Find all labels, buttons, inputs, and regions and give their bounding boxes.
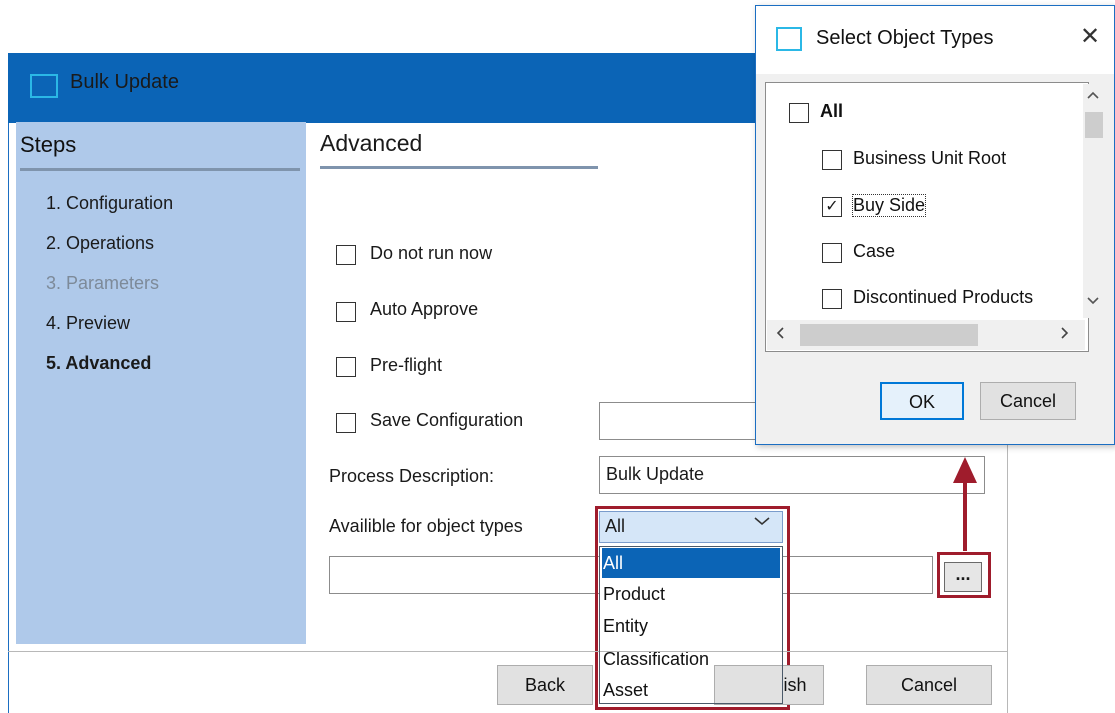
- close-icon[interactable]: ✕: [1080, 22, 1100, 51]
- section-title: Advanced: [320, 130, 423, 156]
- step-operations[interactable]: 2. Operations: [46, 233, 154, 254]
- footer-divider: [8, 651, 1008, 652]
- window-icon: [776, 27, 802, 51]
- steps-heading: Steps: [20, 132, 77, 157]
- window-title: Bulk Update: [70, 71, 179, 93]
- step-configuration[interactable]: 1. Configuration: [46, 193, 173, 214]
- auto-approve-label: Auto Approve: [370, 299, 479, 319]
- save-configuration-checkbox[interactable]: [336, 413, 356, 433]
- auto-approve-checkbox[interactable]: [336, 302, 356, 322]
- dialog-title: Select Object Types: [816, 27, 994, 49]
- ok-button[interactable]: OK: [880, 382, 964, 420]
- list-item-case: Case: [853, 241, 896, 261]
- list-item-buy-side: Buy Side: [851, 194, 927, 217]
- arrow-up-icon: [953, 457, 977, 551]
- scroll-right-icon[interactable]: [1060, 326, 1070, 340]
- object-types-list: [765, 82, 1089, 352]
- do-not-run-now-label: Do not run now: [370, 243, 493, 263]
- cancel-button[interactable]: Cancel: [866, 665, 992, 705]
- vertical-scroll-thumb[interactable]: [1085, 112, 1103, 138]
- scroll-left-icon[interactable]: [775, 326, 785, 340]
- window-icon: [30, 74, 58, 98]
- back-button[interactable]: Back: [497, 665, 593, 705]
- process-description-label: Process Description:: [329, 466, 495, 486]
- browse-highlight-frame: [937, 552, 991, 598]
- configuration-name-input[interactable]: [599, 402, 759, 440]
- process-description-input[interactable]: Bulk Update: [599, 456, 985, 494]
- do-not-run-now-checkbox[interactable]: [336, 245, 356, 265]
- step-advanced[interactable]: 5. Advanced: [46, 353, 151, 374]
- save-configuration-label: Save Configuration: [370, 410, 524, 430]
- list-item-all: All: [820, 101, 844, 121]
- pre-flight-checkbox[interactable]: [336, 357, 356, 377]
- object-types-label: Availible for object types: [329, 516, 523, 536]
- section-divider: [320, 166, 598, 169]
- checkbox-discontinued-products[interactable]: [822, 289, 842, 309]
- checkbox-buy-side[interactable]: ✓: [822, 197, 842, 217]
- list-item-discontinued-products: Discontinued Products: [853, 287, 1034, 307]
- finish-button[interactable]: ish: [714, 665, 824, 705]
- scroll-up-icon[interactable]: [1086, 90, 1100, 100]
- horizontal-scroll-thumb[interactable]: [800, 324, 978, 346]
- checkbox-all[interactable]: [789, 103, 809, 123]
- steps-divider: [20, 168, 300, 171]
- scroll-down-icon[interactable]: [1086, 296, 1100, 306]
- checkbox-case[interactable]: [822, 243, 842, 263]
- step-preview[interactable]: 4. Preview: [46, 313, 130, 334]
- dialog-cancel-button[interactable]: Cancel: [980, 382, 1076, 420]
- finish-button-label: ish: [783, 675, 807, 695]
- pre-flight-label: Pre-flight: [370, 355, 443, 375]
- checkbox-business-unit-root[interactable]: [822, 150, 842, 170]
- list-item-business-unit-root: Business Unit Root: [853, 148, 1007, 168]
- step-parameters: 3. Parameters: [46, 273, 160, 293]
